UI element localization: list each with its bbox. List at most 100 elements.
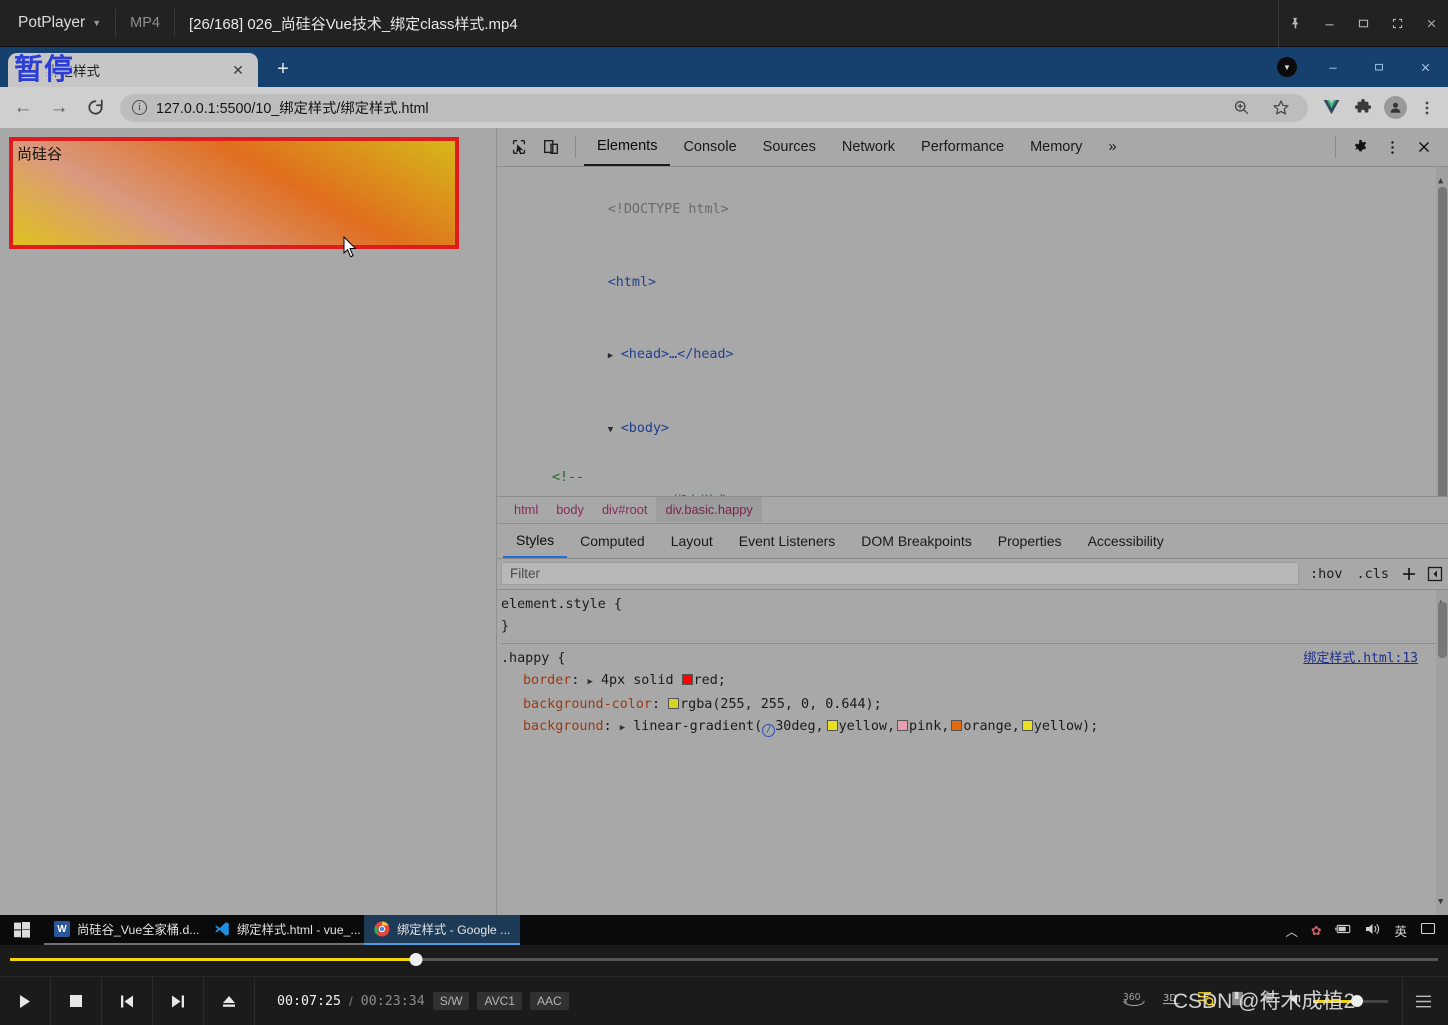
flower-icon[interactable]: ✿ [1311, 923, 1321, 938]
vue-devtools-icon[interactable] [1316, 93, 1346, 123]
tab-event-listeners[interactable]: Event Listeners [726, 524, 849, 558]
maximize-icon[interactable] [1346, 0, 1380, 47]
tab-elements[interactable]: Elements [584, 128, 671, 166]
dom-line-body[interactable]: ▼ <body> [497, 393, 1448, 467]
windows-start-icon[interactable] [0, 922, 44, 938]
audio-codec-tag[interactable]: AAC [529, 992, 569, 1010]
kebab-menu-icon[interactable] [1412, 93, 1442, 123]
close-icon[interactable]: ✕ [228, 60, 248, 80]
close-icon[interactable] [1402, 47, 1448, 87]
forward-button[interactable]: → [42, 91, 76, 125]
fullscreen-icon[interactable] [1380, 0, 1414, 47]
class-editor-button[interactable]: .cls [1349, 566, 1396, 582]
eject-button[interactable] [204, 976, 255, 1025]
chevron-right-icon[interactable]: ▶ [608, 344, 621, 368]
scrollbar-thumb[interactable] [1438, 187, 1447, 496]
dom-tree-scrollbar[interactable]: ▲ ▼ [1436, 167, 1448, 496]
inspect-element-icon[interactable] [503, 131, 535, 163]
expand-arrow-icon[interactable]: ▶ [620, 723, 625, 733]
notification-icon[interactable] [1420, 922, 1436, 939]
breadcrumb-body[interactable]: body [547, 500, 593, 519]
decoder-tag[interactable]: S/W [432, 992, 470, 1010]
panel-toggle-icon[interactable] [1422, 566, 1448, 582]
tab-memory[interactable]: Memory [1017, 128, 1095, 166]
stop-button[interactable] [51, 976, 102, 1025]
styles-scrollbar[interactable]: ▲ ▼ [1436, 589, 1448, 915]
volume-icon[interactable] [1365, 922, 1381, 939]
minimize-icon[interactable] [1310, 47, 1356, 87]
hover-state-button[interactable]: :hov [1303, 566, 1350, 582]
potplayer-logo-menu[interactable]: PotPlayer ▼ [0, 0, 115, 46]
tab-sources[interactable]: Sources [750, 128, 829, 166]
device-toolbar-icon[interactable] [535, 131, 567, 163]
play-button[interactable] [0, 976, 51, 1025]
new-tab-button[interactable]: + [268, 54, 298, 84]
color-swatch[interactable] [681, 674, 693, 685]
breadcrumb-div-basic-happy[interactable]: div.basic.happy [656, 497, 762, 522]
seek-bar[interactable] [0, 945, 1448, 967]
profile-icon[interactable] [1380, 93, 1410, 123]
color-swatch[interactable] [951, 720, 963, 731]
declaration-background[interactable]: background: ▶ linear-gradient(/30deg, yel… [501, 716, 1448, 740]
playlist-icon[interactable] [1197, 990, 1216, 1012]
tab-performance[interactable]: Performance [908, 128, 1017, 166]
ime-indicator[interactable]: 英 [1394, 921, 1407, 940]
minimize-icon[interactable] [1312, 0, 1346, 47]
expand-arrow-icon[interactable]: ▶ [588, 677, 593, 687]
chevron-up-icon[interactable]: ︿ [1285, 921, 1298, 940]
volume-handle[interactable] [1350, 994, 1363, 1007]
star-icon[interactable] [1266, 93, 1296, 123]
seek-handle[interactable] [409, 953, 423, 966]
address-bar[interactable]: i 127.0.0.1:5500/10_绑定样式/绑定样式.html [120, 93, 1308, 123]
bookmark-icon[interactable] [1230, 991, 1245, 1012]
dom-tree[interactable]: <!DOCTYPE html> <html> ▶ <head>…</head> ▼… [497, 167, 1448, 496]
next-button[interactable] [153, 976, 204, 1025]
close-icon[interactable] [1408, 131, 1440, 163]
tab-accessibility[interactable]: Accessibility [1075, 524, 1177, 558]
tab-properties[interactable]: Properties [985, 524, 1075, 558]
seek-track[interactable] [10, 953, 1438, 966]
kebab-menu-icon[interactable] [1376, 131, 1408, 163]
previous-button[interactable] [102, 976, 153, 1025]
tab-computed[interactable]: Computed [567, 524, 658, 558]
close-icon[interactable] [1414, 0, 1448, 47]
chevron-down-icon[interactable]: ▼ [608, 418, 621, 442]
site-info-icon[interactable]: i [132, 100, 147, 115]
rule-source-link[interactable]: 绑定样式.html:13 [1303, 648, 1418, 671]
dom-line-head[interactable]: ▶ <head>…</head> [497, 319, 1448, 393]
volume-control[interactable] [1290, 992, 1388, 1011]
color-swatch[interactable] [1021, 720, 1033, 731]
styles-pane[interactable]: element.style { } 绑定样式.html:13 .happy { … [497, 589, 1448, 915]
browser-tab[interactable]: 绑定样式 ✕ [8, 53, 258, 87]
declaration-background-color[interactable]: background-color: rgba(255, 255, 0, 0.64… [501, 694, 1448, 717]
maximize-icon[interactable] [1356, 47, 1402, 87]
color-swatch[interactable] [897, 720, 909, 731]
taskbar-item-chrome[interactable]: 绑定样式 - Google ... [364, 915, 521, 945]
declaration-border[interactable]: border: ▶ 4px solid red; [501, 670, 1448, 694]
back-button[interactable]: ← [6, 91, 40, 125]
tab-console[interactable]: Console [670, 128, 749, 166]
rule-selector[interactable]: .happy { [501, 651, 566, 666]
puzzle-icon[interactable] [1348, 93, 1378, 123]
zoom-in-icon[interactable] [1226, 93, 1256, 123]
pin-icon[interactable] [1278, 0, 1312, 47]
tab-dom-breakpoints[interactable]: DOM Breakpoints [848, 524, 984, 558]
color-swatch[interactable] [668, 697, 680, 709]
breadcrumb-html[interactable]: html [505, 500, 547, 519]
menu-icon[interactable] [1402, 976, 1444, 1025]
taskbar-item-vscode[interactable]: 绑定样式.html - vue_... [204, 915, 364, 945]
color-swatch[interactable] [826, 720, 838, 731]
settings-icon[interactable] [1259, 990, 1276, 1012]
breadcrumb-div-root[interactable]: div#root [593, 500, 657, 519]
more-tabs-button[interactable]: » [1095, 128, 1129, 166]
volume-slider[interactable] [1313, 994, 1388, 1007]
plus-icon[interactable] [1396, 566, 1422, 582]
tab-network[interactable]: Network [829, 128, 908, 166]
taskbar-item-word[interactable]: W 尚硅谷_Vue全家桶.d... [44, 915, 204, 945]
volume-icon[interactable] [1290, 992, 1307, 1011]
battery-icon[interactable] [1334, 923, 1352, 938]
scroll-down-icon[interactable]: ▼ [1438, 891, 1443, 914]
3d-icon[interactable]: 3D [1161, 990, 1183, 1013]
video-codec-tag[interactable]: AVC1 [477, 992, 522, 1010]
360-icon[interactable]: 360 [1121, 990, 1147, 1013]
